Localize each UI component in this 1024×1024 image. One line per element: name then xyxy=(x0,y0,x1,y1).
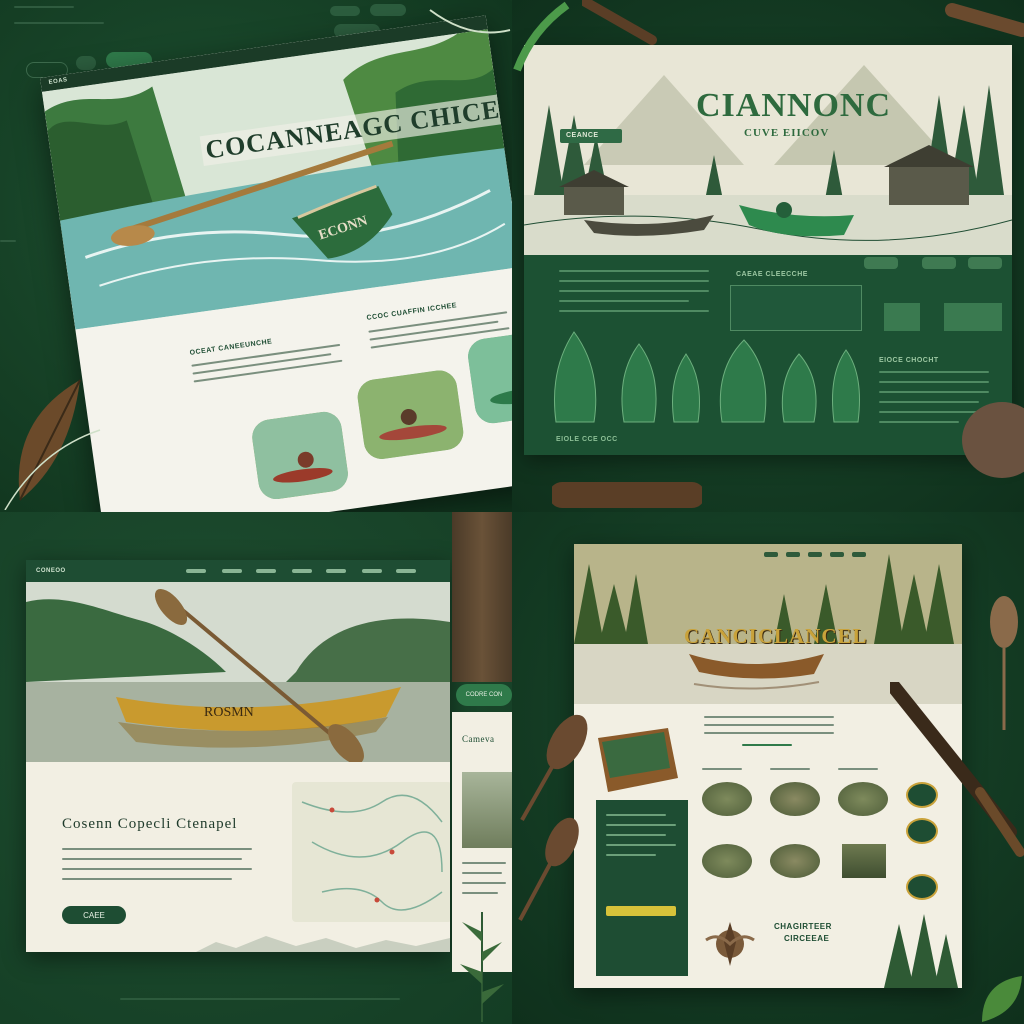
section-heading: CAEAE CLEECCHE xyxy=(736,271,808,278)
side-panel xyxy=(596,800,688,976)
mountain-silhouette xyxy=(196,936,450,952)
wooden-book-icon xyxy=(598,728,678,792)
panel-bottom-left: CONEOO ROSMN Cosenn Copecli Ctenapel CAE… xyxy=(0,512,512,1024)
wooden-bowl-icon xyxy=(962,402,1024,478)
leaf-decoration-icon xyxy=(4,379,101,510)
nav-link[interactable] xyxy=(786,552,800,557)
nav-button[interactable] xyxy=(922,257,956,269)
nav-button[interactable] xyxy=(968,257,1002,269)
pine-trees-illustration xyxy=(884,914,958,988)
yellow-cta-button[interactable] xyxy=(606,906,676,916)
gallery-thumb-2[interactable] xyxy=(355,368,466,462)
hero-subtitle: CUVE EIICOV xyxy=(744,127,830,139)
nav-link[interactable] xyxy=(852,552,866,557)
nav-link[interactable] xyxy=(292,569,312,573)
gallery-item[interactable] xyxy=(702,782,752,816)
section-heading-right: CCOC CUAFFIN ICCHEE xyxy=(366,302,458,322)
emblem-icon xyxy=(705,922,755,966)
wooden-spoon-icon xyxy=(518,817,579,921)
header-pill[interactable] xyxy=(76,56,96,70)
nav-link[interactable] xyxy=(326,569,346,573)
lower-heading: CHAGIRTEER xyxy=(774,922,832,931)
info-tile[interactable] xyxy=(944,303,1002,331)
info-tile[interactable] xyxy=(884,303,920,331)
paddle-row[interactable] xyxy=(544,330,864,430)
wooden-paddle-icon xyxy=(582,0,657,45)
section-heading: Cosenn Copecli Ctenapel xyxy=(62,816,238,832)
hero-lake-illustration: ROSMN xyxy=(26,582,450,762)
side-image[interactable] xyxy=(462,772,512,848)
wooden-spoon-icon xyxy=(990,596,1018,730)
hero-title: CANCICLANCEL xyxy=(684,624,868,648)
gallery-thumb-3[interactable] xyxy=(465,327,512,426)
nav-link[interactable] xyxy=(186,569,206,573)
badge-label: CEANCE xyxy=(566,132,599,139)
fern-decoration-icon xyxy=(429,9,511,34)
nav-link[interactable] xyxy=(764,552,778,557)
nav-link[interactable] xyxy=(362,569,382,573)
nav-link[interactable] xyxy=(256,569,276,573)
panel-top-left: EOAS ECONN COCANNEAGC CHICEEL OCEAT CANE… xyxy=(0,0,512,512)
svg-text:ROSMN: ROSMN xyxy=(204,705,254,720)
side-heading: Cameva xyxy=(462,734,495,744)
website-mockup: CIANNONC CUVE EIICOV CEANCE CAEAE CLEECC… xyxy=(524,45,1012,455)
leaf-decoration-icon xyxy=(982,976,1022,1022)
panel-bottom-right: CANCICLANCEL CHAGIRTEER CIRCEEAE xyxy=(512,512,1024,1024)
fern-decoration-icon xyxy=(513,1,570,72)
paddle-caption: EIOLE CCE OCC xyxy=(556,436,618,443)
header-pill[interactable] xyxy=(330,6,360,16)
nav-button[interactable] xyxy=(864,257,898,269)
route-map[interactable] xyxy=(292,782,450,922)
gallery-item[interactable] xyxy=(770,782,820,816)
nav-link[interactable] xyxy=(830,552,844,557)
info-card[interactable] xyxy=(730,285,862,331)
side-heading: EIOCE CHOCHT xyxy=(879,357,939,364)
hero-title: CIANNONC xyxy=(696,87,891,124)
hero-forest-illustration xyxy=(524,45,1012,255)
side-button[interactable]: CODRE CON xyxy=(456,684,512,706)
wood-plank xyxy=(452,512,512,682)
wooden-log-icon xyxy=(945,3,1024,37)
header-pill[interactable] xyxy=(370,4,406,16)
fern-decoration-icon xyxy=(460,912,504,1022)
cta-button[interactable]: CAEE xyxy=(62,906,126,924)
nav-label[interactable]: CONEOO xyxy=(36,568,66,574)
website-mockup: EOAS ECONN COCANNEAGC CHICEEL OCEAT CANE… xyxy=(40,15,512,512)
wooden-log-icon xyxy=(552,482,702,508)
nav-link[interactable] xyxy=(808,552,822,557)
gallery-thumb-1[interactable] xyxy=(249,409,351,502)
nav-link[interactable] xyxy=(396,569,416,573)
website-mockup: CONEOO ROSMN Cosenn Copecli Ctenapel CAE… xyxy=(26,560,450,952)
nav-link[interactable] xyxy=(222,569,242,573)
wooden-spoon-icon xyxy=(520,714,588,821)
badge-icon[interactable] xyxy=(906,874,938,900)
gallery-item[interactable] xyxy=(838,782,888,816)
gallery-item[interactable] xyxy=(842,844,886,878)
gallery-item[interactable] xyxy=(702,844,752,878)
lower-subheading: CIRCEEAE xyxy=(784,934,830,943)
gallery-item[interactable] xyxy=(770,844,820,878)
panel-top-right: CIANNONC CUVE EIICOV CEANCE CAEAE CLEECC… xyxy=(512,0,1024,512)
